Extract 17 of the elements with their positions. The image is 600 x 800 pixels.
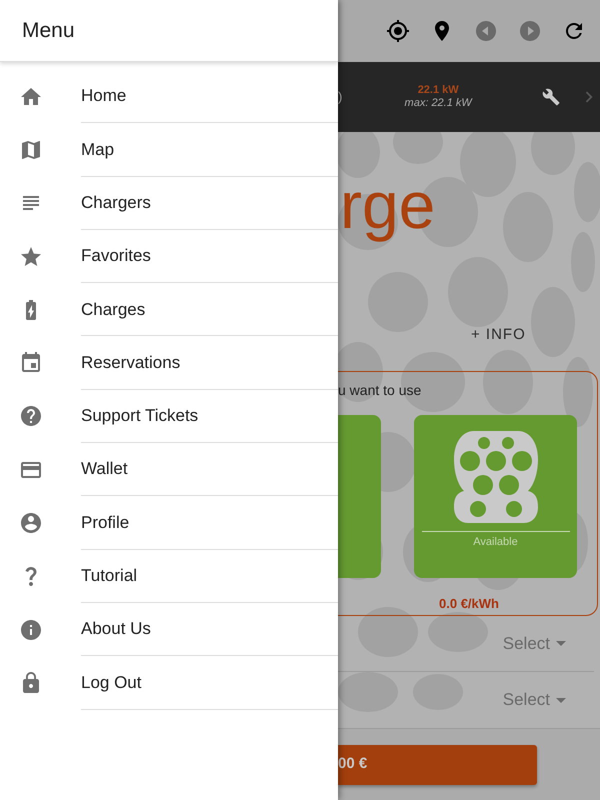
connector-status: Available <box>422 530 570 550</box>
locate-icon[interactable] <box>386 19 410 43</box>
info-link[interactable]: + INFO <box>471 324 526 346</box>
connector-price: 0.0 €/kWh <box>438 594 500 612</box>
account-icon <box>19 511 43 536</box>
caret-icon <box>556 698 566 703</box>
prompt-text: u want to use <box>338 380 422 400</box>
connector-tile[interactable] <box>338 414 381 578</box>
power-reading: 22.1 kW <box>416 84 460 97</box>
help-icon <box>19 404 43 428</box>
drawer-title: Menu <box>22 18 75 44</box>
caret-icon <box>556 641 566 646</box>
pay-button[interactable]: 00 € <box>338 744 537 784</box>
plug-icon <box>454 428 538 524</box>
max-power: max: 22.1 kW <box>404 97 474 110</box>
charger-name: ) <box>338 88 344 106</box>
info-icon <box>19 618 43 642</box>
